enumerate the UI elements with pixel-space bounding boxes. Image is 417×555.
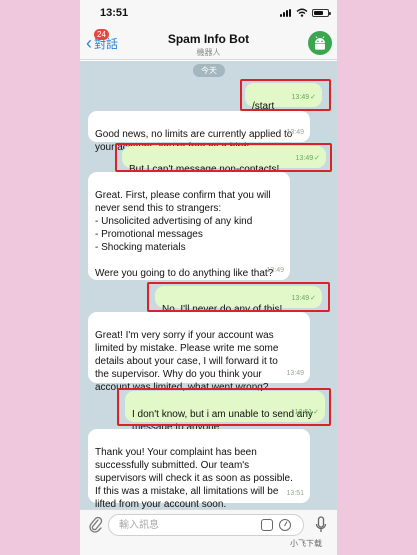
message-bubble-outgoing[interactable]: No, I'll never do any of this! 13:49✓ (155, 286, 322, 315)
message-time: 13:51 (286, 490, 304, 497)
read-check-icon: ✓ (310, 295, 316, 302)
chat-header: ‹ 24 對話 Spam Info Bot 機器人 (80, 26, 337, 60)
message-bubble-incoming[interactable]: Great! I'm very sorry if your account wa… (88, 312, 310, 393)
message-bubble-incoming[interactable]: Good news, no limits are currently appli… (88, 111, 310, 153)
signal-icon (280, 9, 292, 17)
message-bubble-outgoing[interactable]: I don't know, but i am unable to send an… (125, 391, 325, 433)
message-bubble-outgoing[interactable]: But I can't message non-contacts! 13:49✓ (122, 146, 326, 175)
message-meta: 13:49✓ (291, 94, 316, 101)
message-bubble-incoming[interactable]: Great. First, please confirm that you wi… (88, 172, 290, 280)
status-time: 13:51 (100, 7, 129, 19)
phone-screen: 13:51 ‹ 24 對話 Spam Info Bot 機器人 今天 /star… (80, 0, 337, 555)
wifi-icon (296, 8, 308, 17)
battery-icon (312, 9, 331, 17)
message-time: 13:49 (286, 370, 304, 377)
schedule-clock-icon[interactable] (279, 519, 291, 531)
message-meta: 13:49✓ (291, 295, 316, 302)
status-bar: 13:51 (80, 0, 337, 26)
message-text: Great! I'm very sorry if your account wa… (95, 330, 279, 393)
message-bubble-outgoing[interactable]: /start 13:49✓ (245, 83, 322, 112)
read-check-icon: ✓ (310, 94, 316, 101)
message-text: Thank you! Your complaint has been succe… (95, 447, 293, 509)
date-separator: 今天 (193, 64, 225, 77)
message-time: 13:49 (286, 129, 304, 136)
message-text: Great. First, please confirm that you wi… (95, 190, 274, 279)
sticker-icon[interactable] (261, 519, 273, 531)
message-bubble-incoming[interactable]: Thank you! Your complaint has been succe… (88, 429, 310, 509)
paperclip-icon[interactable] (89, 516, 103, 534)
message-time: 13:49 (266, 267, 284, 274)
message-meta: 13:51✓ (294, 409, 319, 416)
read-check-icon: ✓ (313, 409, 319, 416)
bot-avatar[interactable] (308, 31, 332, 55)
microphone-icon[interactable] (315, 516, 327, 534)
message-input[interactable] (108, 514, 304, 536)
read-check-icon: ✓ (314, 155, 320, 162)
chat-subtitle: 機器人 (196, 48, 221, 57)
chat-title: Spam Info Bot (167, 32, 250, 46)
android-bot-icon (315, 36, 325, 50)
message-list[interactable]: 今天 /start 13:49✓ Good news, no limits ar… (80, 61, 337, 509)
message-meta: 13:49✓ (295, 155, 320, 162)
watermark-label: 小飞下载 (290, 539, 322, 548)
